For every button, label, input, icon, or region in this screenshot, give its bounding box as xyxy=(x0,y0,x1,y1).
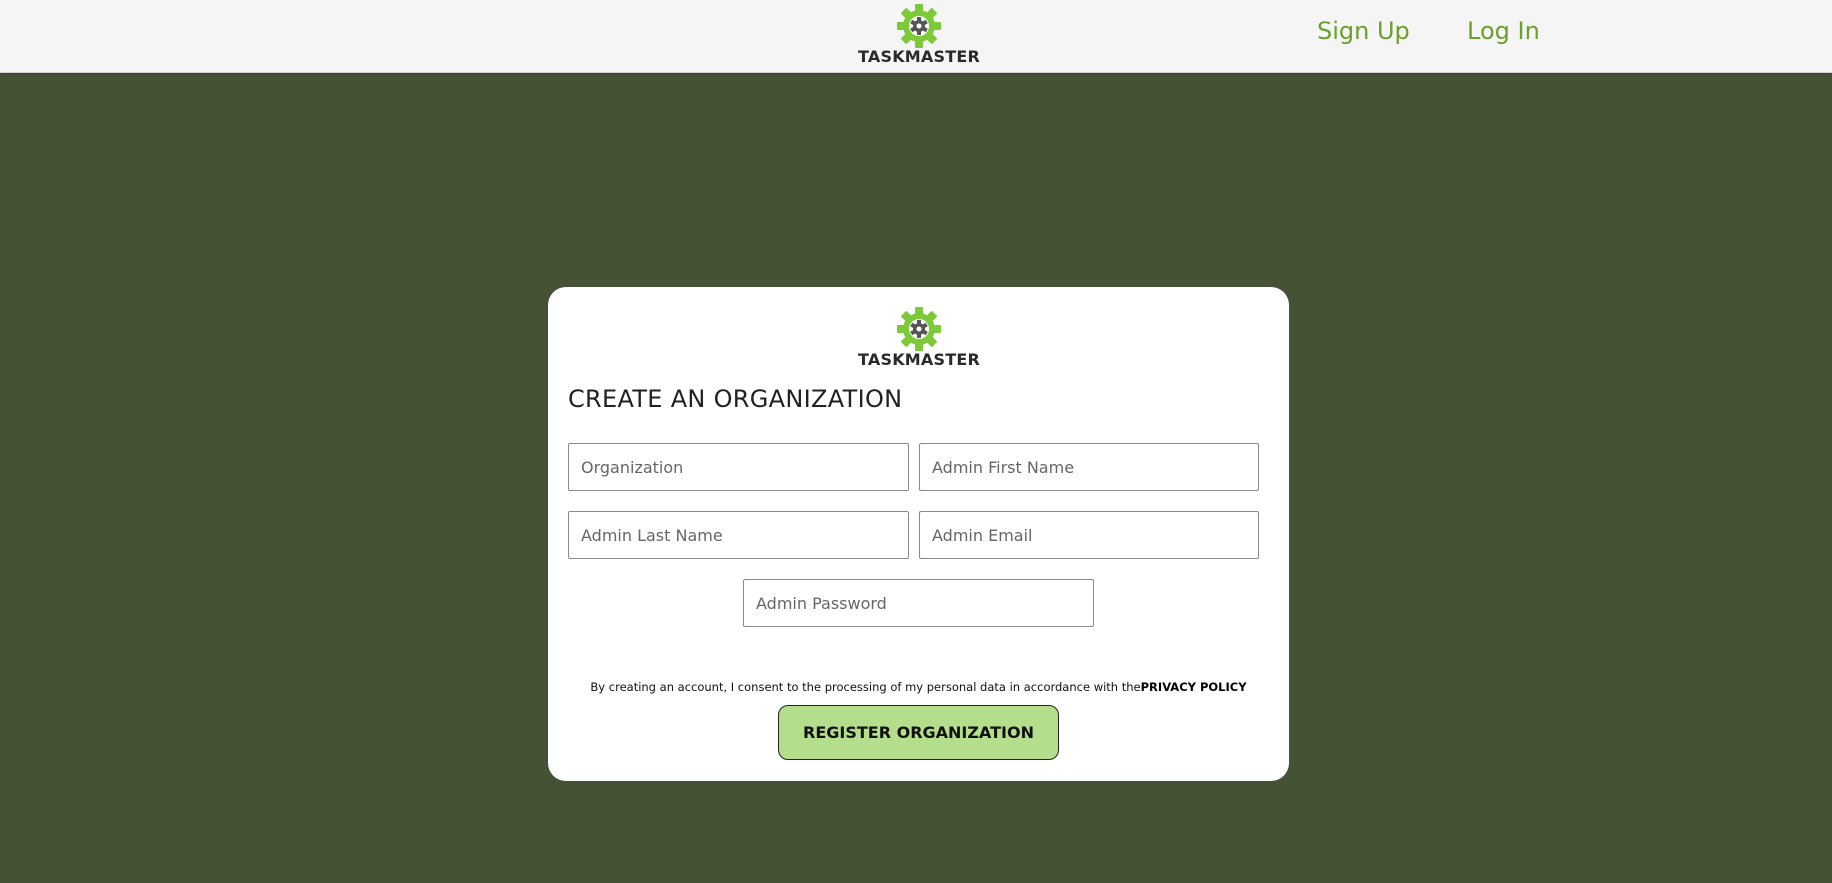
create-organization-card: TASKMASTER CREATE AN ORGANIZATION By cre… xyxy=(548,287,1289,781)
brand-wordmark: TASKMASTER xyxy=(858,47,980,66)
brand-logo[interactable]: TASKMASTER xyxy=(858,4,980,66)
nav-sign-up-link[interactable]: Sign Up xyxy=(1317,16,1410,46)
card-brand-logo: TASKMASTER xyxy=(858,307,980,369)
register-organization-button[interactable]: REGISTER ORGANIZATION xyxy=(778,705,1059,760)
admin-email-input[interactable] xyxy=(919,511,1259,559)
gear-logo-icon xyxy=(897,307,941,351)
consent-text: By creating an account, I consent to the… xyxy=(590,679,1141,694)
admin-first-name-input[interactable] xyxy=(919,443,1259,491)
organization-input[interactable] xyxy=(568,443,909,491)
admin-last-name-input[interactable] xyxy=(568,511,909,559)
card-brand-wordmark: TASKMASTER xyxy=(858,350,980,369)
gear-logo-icon xyxy=(897,4,941,48)
consent-notice: By creating an account, I consent to the… xyxy=(548,680,1289,694)
admin-password-input[interactable] xyxy=(743,579,1094,627)
nav-log-in-link[interactable]: Log In xyxy=(1467,16,1540,46)
privacy-policy-link[interactable]: PRIVACY POLICY xyxy=(1141,680,1247,694)
page-title: CREATE AN ORGANIZATION xyxy=(568,385,903,413)
top-navbar: TASKMASTER Sign Up Log In xyxy=(0,0,1832,73)
